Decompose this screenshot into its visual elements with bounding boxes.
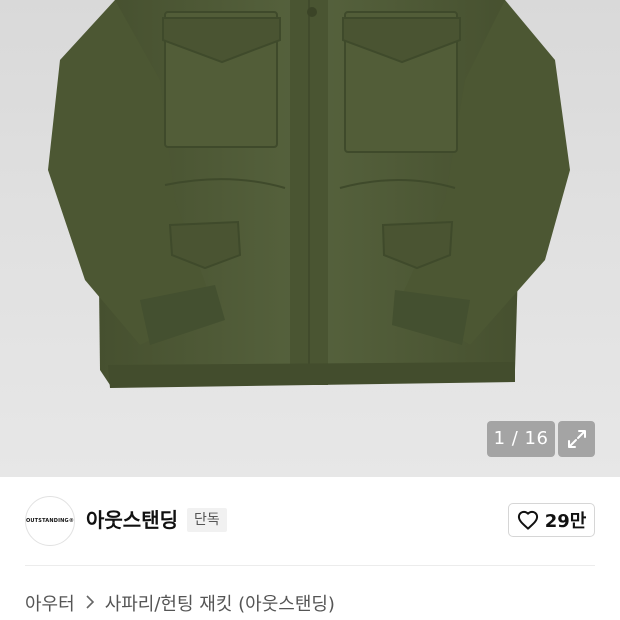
chevron-right-icon bbox=[85, 594, 95, 613]
like-button[interactable]: 29만 bbox=[508, 503, 595, 537]
expand-image-button[interactable] bbox=[558, 421, 595, 457]
divider bbox=[25, 565, 595, 566]
brand-name[interactable]: 아웃스탠딩 bbox=[86, 506, 178, 534]
image-counter: 1 / 16 bbox=[487, 421, 555, 457]
product-image-gallery[interactable]: 1 / 16 bbox=[0, 0, 620, 477]
breadcrumb-subcategory[interactable]: 사파리/헌팅 재킷 (아웃스탠딩) bbox=[105, 590, 335, 616]
product-image bbox=[48, 0, 570, 388]
breadcrumb-category[interactable]: 아우터 bbox=[25, 590, 75, 616]
brand-logo[interactable]: OUTSTANDING® bbox=[25, 496, 75, 546]
heart-outline-icon bbox=[517, 510, 538, 530]
exclusive-badge: 단독 bbox=[187, 508, 227, 532]
like-count: 29만 bbox=[544, 511, 587, 532]
brand-logo-text: OUTSTANDING® bbox=[25, 518, 75, 524]
expand-icon bbox=[567, 430, 586, 448]
breadcrumb: 아우터 사파리/헌팅 재킷 (아웃스탠딩) bbox=[25, 590, 335, 616]
product-page: 1 / 16 OUTSTANDING® 아웃스탠딩 단독 29만 아우터 사파리… bbox=[0, 0, 620, 620]
brand-row: OUTSTANDING® 아웃스탠딩 단독 29만 bbox=[0, 477, 620, 567]
